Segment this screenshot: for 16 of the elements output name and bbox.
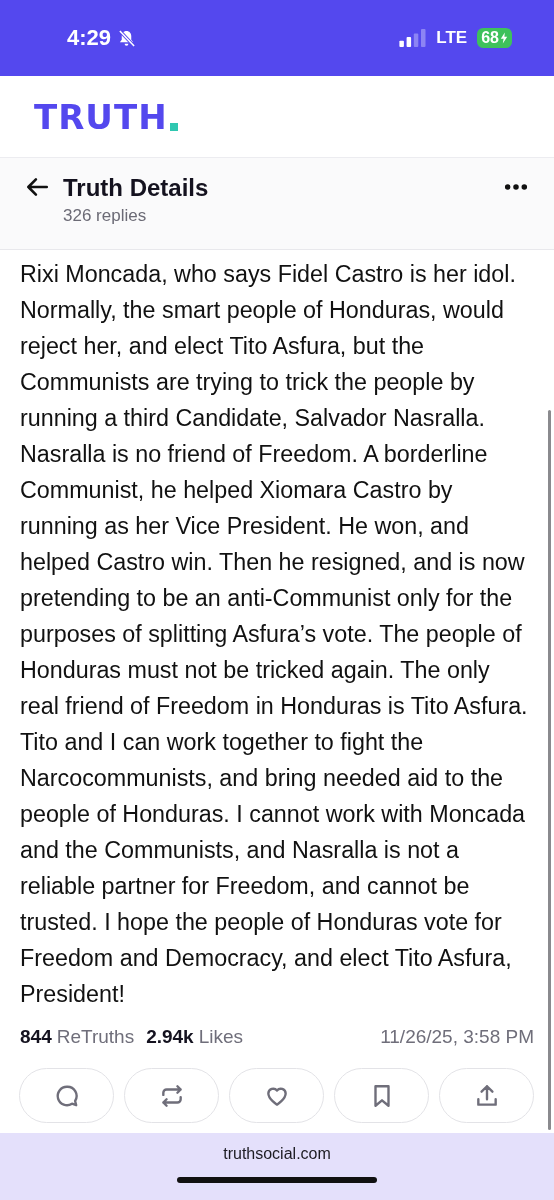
post-text: Rixi Moncada, who says Fidel Castro is her idol. Normally, the smart people of Honduras, would reject her, and elect Tito Asfura, but the Communists are trying to trick the people by running a third Candidate, Salvador Nasralla. Nasralla is no friend of Freedom. A borderline Communist, he helped Xiomara Castro by running as her Vice President. He won, and helped Castro win. Then he resigned, and is now pretending to be an anti-Communist only for the purposes of splitting Asfura’s vote. The people of Honduras must not be tricked again. The only real friend of Freedom in Honduras is Tito Asfura. Tito and I can work together to fight the Narcocommunists, and bring needed aid to the people of Honduras. I cannot work with Moncada and the Communists, and Nasralla is not a reliable partner for Freedom, and cannot be trusted. I hope the people of Honduras vote for Freedom and Democracy, and elect Tito Asfura, President! — [20, 260, 529, 1009]
page-title: Truth Details — [63, 173, 210, 202]
stat-count: 844 — [20, 1026, 52, 1048]
more-options-icon[interactable] — [504, 182, 528, 191]
stat-label[interactable]: Likes — [198, 1026, 244, 1048]
post-timestamp: 11/26/25, 3:58 PM — [380, 1026, 534, 1048]
bell-slash-icon — [117, 28, 137, 48]
signal-icon — [398, 29, 427, 47]
battery-indicator: 68 — [477, 28, 512, 48]
reply-count: 326 replies — [63, 205, 148, 226]
stat-count: 2.94k — [146, 1026, 194, 1048]
network-label: LTE — [436, 28, 468, 48]
app-logo[interactable]: TRUTH — [34, 96, 168, 137]
url-text[interactable]: truthsocial.com — [223, 1145, 331, 1163]
status-time: 4:29 — [67, 25, 112, 51]
stat-label[interactable]: ReTruths — [56, 1026, 135, 1048]
